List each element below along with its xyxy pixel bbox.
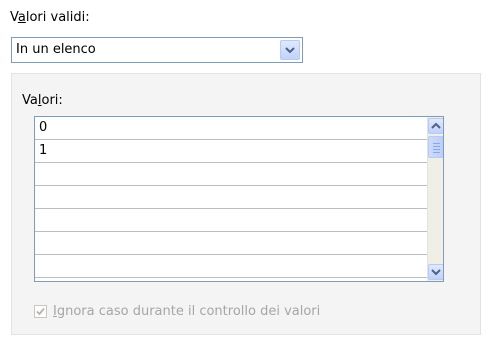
values-listbox[interactable]: 0 1 — [34, 116, 444, 282]
scroll-up-button[interactable] — [428, 118, 443, 134]
grip-line — [433, 146, 440, 147]
valid-values-label: Valori validi: — [10, 10, 90, 25]
combobox-value: In un elenco — [16, 42, 96, 57]
scrollbar-thumb[interactable] — [428, 136, 443, 158]
list-item[interactable] — [35, 186, 429, 209]
values-label: Valori: — [22, 93, 63, 108]
grip-line — [433, 149, 440, 150]
list-item[interactable] — [35, 255, 429, 278]
check-icon — [36, 307, 45, 316]
list-item[interactable] — [35, 163, 429, 186]
ignore-case-label: Ignora caso durante il controllo dei val… — [53, 304, 321, 319]
vertical-scrollbar[interactable] — [427, 117, 443, 281]
list-item[interactable] — [35, 209, 429, 232]
chevron-down-icon — [431, 269, 441, 276]
list-item[interactable]: 0 — [35, 117, 429, 140]
grip-line — [433, 152, 440, 153]
checkbox-box[interactable] — [34, 305, 47, 318]
list-item[interactable] — [35, 232, 429, 255]
values-rows: 0 1 — [35, 117, 429, 278]
list-item[interactable]: 1 — [35, 140, 429, 163]
chevron-up-icon — [431, 122, 441, 129]
chevron-down-icon — [285, 47, 295, 54]
scroll-down-button[interactable] — [428, 264, 443, 280]
valid-values-combobox[interactable]: In un elenco — [11, 37, 303, 63]
grip-line — [433, 143, 440, 144]
combobox-dropdown-button[interactable] — [280, 40, 300, 60]
